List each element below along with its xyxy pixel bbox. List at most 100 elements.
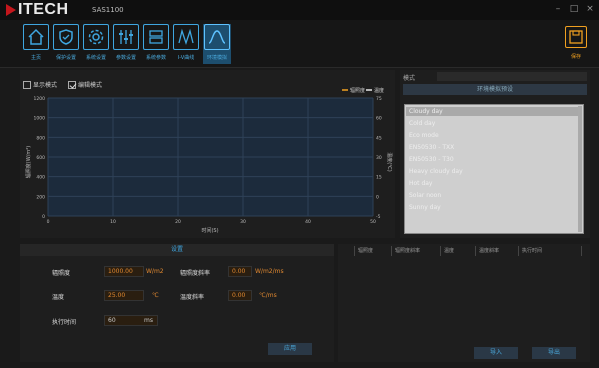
chart-legend: 辐照度 温度 (342, 87, 384, 94)
mode-field[interactable] (437, 72, 587, 81)
exec-time-value: 60 (108, 317, 116, 324)
right-tick-label: 0 (376, 194, 379, 200)
temperature-rate-input[interactable]: 0.00 (228, 290, 252, 301)
tool-environment-button[interactable]: 环境模拟 (203, 24, 231, 64)
legend-label-temperature: 温度 (374, 87, 384, 94)
right-tick-label: 75 (376, 96, 382, 102)
save-button[interactable]: 保存 (563, 26, 589, 66)
right-tick-label: 15 (376, 175, 382, 181)
mode-label: 模式 (403, 75, 416, 82)
left-tick-label: 600 (36, 155, 45, 161)
preset-item[interactable]: Eco mode (409, 132, 439, 139)
preset-item[interactable]: Cold day (409, 120, 435, 127)
save-label: 保存 (570, 54, 581, 60)
x-axis-ticks: 0 10 20 30 40 50 (47, 219, 376, 225)
preset-item[interactable]: Hot day (409, 180, 432, 187)
right-tick-label: -5 (376, 214, 381, 220)
x-axis-label: 时间(S) (201, 227, 218, 234)
temperature-label: 温度 (52, 294, 65, 301)
right-tick-label: 30 (376, 155, 382, 161)
preset-list[interactable]: Cloudy day Cold day Eco mode EN50530 - TXX E… (404, 104, 584, 234)
tool-home-label: 主页 (30, 55, 41, 61)
left-tick-label: 200 (36, 194, 45, 200)
x-tick-label: 0 (47, 219, 50, 225)
x-tick-label: 40 (305, 219, 311, 225)
irradiance-input[interactable]: 1000.00 (104, 266, 144, 277)
sequence-table (338, 244, 590, 362)
apply-button[interactable]: 应用 (268, 343, 312, 355)
temperature-rate-label: 温度斜率 (180, 294, 205, 301)
app-window: ITECH SAS1100 – □ × 主页 保护设置 系统设置 参数设置 系统… (0, 0, 599, 368)
tool-home-button[interactable]: 主页 (22, 24, 50, 64)
tool-system-params-button[interactable]: 系统参数 (142, 24, 170, 64)
tool-parameters-label: 参数设置 (115, 55, 136, 61)
preset-list-scrollbar[interactable] (578, 106, 582, 232)
table-header-temperature: 温度 (442, 246, 476, 256)
title-bar: ITECH SAS1100 – □ × (0, 0, 599, 20)
server-icon (143, 24, 169, 50)
maximize-button[interactable]: □ (568, 3, 580, 15)
irradiance-unit: W/m2 (146, 268, 164, 275)
x-tick-label: 30 (240, 219, 246, 225)
preset-header: 环境模拟预设 (403, 84, 587, 95)
tool-system-settings-label: 系统设置 (85, 55, 106, 61)
preset-item[interactable]: EN50530 - T30 (409, 156, 454, 163)
main-toolbar: 主页 保护设置 系统设置 参数设置 系统参数 I-V曲线 环境模拟 保存 (0, 20, 599, 68)
tool-parameters-button[interactable]: 参数设置 (112, 24, 140, 64)
irradiance-label: 辐照度 (52, 270, 71, 277)
right-axis-ticks: 75 60 45 30 15 0 -5 (376, 96, 382, 220)
itech-logo: ITECH (6, 1, 69, 18)
iv-curve-icon (173, 24, 199, 50)
gear-icon (83, 24, 109, 50)
temperature-input[interactable]: 25.00 (104, 290, 144, 301)
left-axis-ticks: 1200 1000 800 600 400 200 0 (34, 96, 46, 220)
temperature-unit: ℃ (152, 292, 159, 299)
exec-time-input[interactable]: 60 ms (104, 315, 158, 326)
x-tick-label: 20 (175, 219, 181, 225)
tool-protection-label: 保护设置 (55, 55, 76, 61)
tool-system-settings-button[interactable]: 系统设置 (82, 24, 110, 64)
table-header-irradiance-rate: 辐照度斜率 (393, 246, 441, 256)
tool-iv-curve-button[interactable]: I-V曲线 (172, 24, 200, 64)
table-header-index (340, 246, 355, 256)
right-axis-label: 温度(℃) (386, 152, 393, 172)
left-axis-label: 辐照度(W/m²) (25, 146, 32, 178)
import-button[interactable]: 导入 (474, 347, 518, 359)
left-tick-label: 400 (36, 175, 45, 181)
preset-item[interactable]: Sunny day (409, 204, 441, 211)
table-header-exec-time: 执行时间 (520, 246, 582, 256)
environment-chart: 1200 1000 800 600 400 200 0 75 60 45 30 15 0 -5 0 10 2… (25, 87, 393, 234)
preset-item[interactable]: Heavy cloudy day (409, 168, 463, 175)
left-tick-label: 800 (36, 135, 45, 141)
irradiance-rate-input[interactable]: 0.00 (228, 266, 252, 277)
table-header-temperature-rate: 温度斜率 (477, 246, 519, 256)
preset-item[interactable]: Cloudy day (409, 108, 443, 115)
settings-header: 设置 (20, 244, 334, 256)
app-name: SAS1100 (92, 6, 124, 14)
exec-time-unit: ms (144, 317, 153, 324)
right-tick-label: 45 (376, 135, 382, 141)
preset-item[interactable]: EN50530 - TXX (409, 144, 454, 151)
table-header-irradiance: 辐照度 (356, 246, 392, 256)
right-tick-label: 60 (376, 116, 382, 122)
floppy-icon (565, 26, 587, 48)
exec-time-label: 执行时间 (52, 319, 77, 326)
irradiance-rate-label: 辐照度斜率 (180, 270, 211, 277)
export-button[interactable]: 导出 (532, 347, 576, 359)
left-tick-label: 0 (42, 214, 45, 220)
preset-item[interactable]: Solar noon (409, 192, 441, 199)
brand-name: ITECH (18, 1, 69, 18)
minimize-button[interactable]: – (552, 3, 564, 15)
left-tick-label: 1200 (34, 96, 46, 102)
tool-environment-label: 环境模拟 (206, 55, 227, 61)
irradiance-rate-unit: W/m2/ms (255, 268, 284, 275)
tool-system-params-label: 系统参数 (145, 55, 166, 61)
tool-protection-button[interactable]: 保护设置 (52, 24, 80, 64)
wave-icon (204, 24, 230, 50)
close-button[interactable]: × (584, 3, 596, 15)
x-tick-label: 10 (110, 219, 116, 225)
home-icon (23, 24, 49, 50)
tool-iv-curve-label: I-V曲线 (177, 55, 195, 61)
x-tick-label: 50 (370, 219, 376, 225)
temperature-rate-unit: ℃/ms (259, 292, 277, 299)
